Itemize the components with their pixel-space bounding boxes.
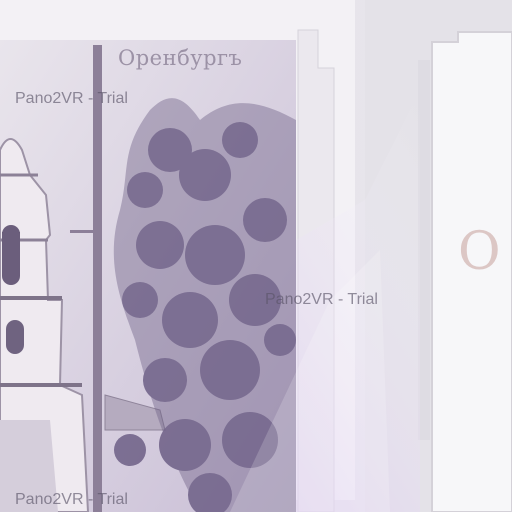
trial-watermark: Pano2VR - Trial — [15, 90, 128, 107]
pole-crossbar — [70, 230, 100, 233]
church-window — [6, 320, 24, 354]
tower-window — [2, 225, 20, 285]
trial-watermark: Pano2VR - Trial — [265, 291, 378, 308]
postcard-caption: Оренбургъ — [118, 46, 243, 70]
right-card-letter: О — [458, 222, 501, 282]
trial-watermark: Pano2VR - Trial — [15, 491, 128, 508]
telegraph-pole — [93, 45, 102, 512]
panorama-view[interactable] — [0, 0, 512, 512]
